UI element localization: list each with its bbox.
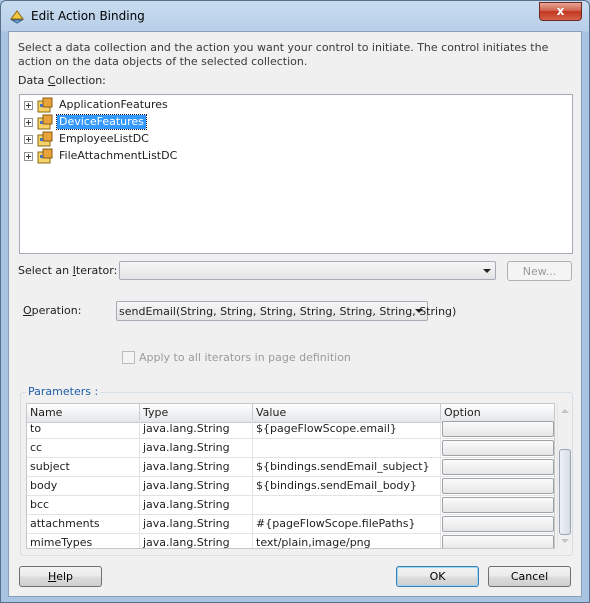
chevron-down-icon: [483, 269, 491, 273]
param-option-select[interactable]: [442, 516, 554, 532]
new-iterator-button[interactable]: New...: [507, 261, 572, 281]
scroll-down-icon[interactable]: [561, 539, 569, 543]
param-type: java.lang.String: [140, 420, 253, 439]
iterator-select[interactable]: [119, 261, 496, 280]
expand-icon[interactable]: [24, 152, 33, 161]
operation-select[interactable]: sendEmail(String, String, String, String…: [116, 301, 456, 321]
parameters-group: Parameters : Name Type Value Option to j…: [20, 385, 573, 556]
operation-label: Operation:: [23, 304, 82, 317]
param-value[interactable]: [253, 496, 441, 515]
help-button[interactable]: Help: [19, 566, 102, 587]
scrollbar-thumb[interactable]: [559, 449, 571, 535]
table-row[interactable]: attachments java.lang.String #{pageFlowS…: [27, 515, 554, 534]
dialog-content: Select a data collection and the action …: [8, 31, 582, 597]
param-type: java.lang.String: [140, 534, 253, 548]
expand-icon[interactable]: [24, 118, 33, 127]
param-name: bcc: [27, 496, 140, 515]
data-control-icon: [37, 114, 53, 130]
dialog-window: Edit Action Binding x Select a data coll…: [0, 0, 590, 603]
param-type: java.lang.String: [140, 439, 253, 458]
tree-item-label: FileAttachmentListDC: [59, 149, 178, 162]
chevron-down-icon: [415, 309, 423, 313]
expand-icon[interactable]: [24, 135, 33, 144]
apply-all-label: Apply to all iterators in page definitio…: [139, 351, 351, 364]
data-collection-tree[interactable]: ApplicationFeatures DeviceFeatures Emplo…: [19, 94, 573, 254]
param-type: java.lang.String: [140, 496, 253, 515]
param-type: java.lang.String: [140, 515, 253, 534]
param-name: to: [27, 420, 140, 439]
action-binding-icon: [10, 10, 24, 24]
expand-icon[interactable]: [24, 101, 33, 110]
param-option-select[interactable]: [442, 440, 554, 456]
parameters-title: Parameters :: [26, 385, 101, 398]
param-option-select[interactable]: [442, 497, 554, 513]
table-row[interactable]: bcc java.lang.String: [27, 496, 554, 515]
param-value[interactable]: text/plain,image/png: [253, 534, 441, 548]
close-button[interactable]: x: [539, 2, 582, 21]
param-value[interactable]: [253, 439, 441, 458]
title-bar[interactable]: Edit Action Binding x: [1, 1, 589, 31]
param-type: java.lang.String: [140, 458, 253, 477]
table-row[interactable]: to java.lang.String ${pageFlowScope.emai…: [27, 420, 554, 439]
description-text: Select a data collection and the action …: [18, 41, 549, 68]
data-control-icon: [37, 131, 53, 147]
tree-item-label: ApplicationFeatures: [59, 98, 168, 111]
param-value[interactable]: #{pageFlowScope.filePaths}: [253, 515, 441, 534]
param-name: subject: [27, 458, 140, 477]
table-row[interactable]: cc java.lang.String: [27, 439, 554, 458]
data-control-icon: [37, 97, 53, 113]
scroll-up-icon[interactable]: [561, 409, 569, 413]
ok-button[interactable]: OK: [396, 566, 479, 587]
param-name: body: [27, 477, 140, 496]
data-collection-label: Data Collection:: [18, 74, 106, 87]
parameters-scrollbar[interactable]: [557, 403, 572, 549]
table-row[interactable]: mimeTypes java.lang.String text/plain,im…: [27, 534, 554, 548]
param-option-select[interactable]: [442, 421, 554, 437]
param-value[interactable]: ${bindings.sendEmail_body}: [253, 477, 441, 496]
param-option-select[interactable]: [442, 535, 554, 548]
param-value[interactable]: ${bindings.sendEmail_subject}: [253, 458, 441, 477]
param-option-select[interactable]: [442, 459, 554, 475]
apply-all-checkbox[interactable]: [122, 351, 135, 364]
iterator-label: Select an Iterator:: [18, 264, 118, 277]
param-name: cc: [27, 439, 140, 458]
cancel-button[interactable]: Cancel: [488, 566, 571, 587]
param-option-select[interactable]: [442, 478, 554, 494]
param-name: attachments: [27, 515, 140, 534]
operation-select-value: sendEmail(String, String, String, String…: [119, 305, 457, 318]
parameters-table[interactable]: Name Type Value Option to java.lang.Stri…: [26, 403, 555, 549]
tree-item-label: EmployeeListDC: [59, 132, 149, 145]
data-control-icon: [37, 148, 53, 164]
tree-item-label: DeviceFeatures: [56, 114, 147, 130]
param-value[interactable]: ${pageFlowScope.email}: [253, 420, 441, 439]
dialog-title: Edit Action Binding: [31, 9, 145, 23]
table-row[interactable]: subject java.lang.String ${bindings.send…: [27, 458, 554, 477]
table-row[interactable]: body java.lang.String ${bindings.sendEma…: [27, 477, 554, 496]
close-icon: x: [556, 4, 565, 18]
param-name: mimeTypes: [27, 534, 140, 548]
param-type: java.lang.String: [140, 477, 253, 496]
